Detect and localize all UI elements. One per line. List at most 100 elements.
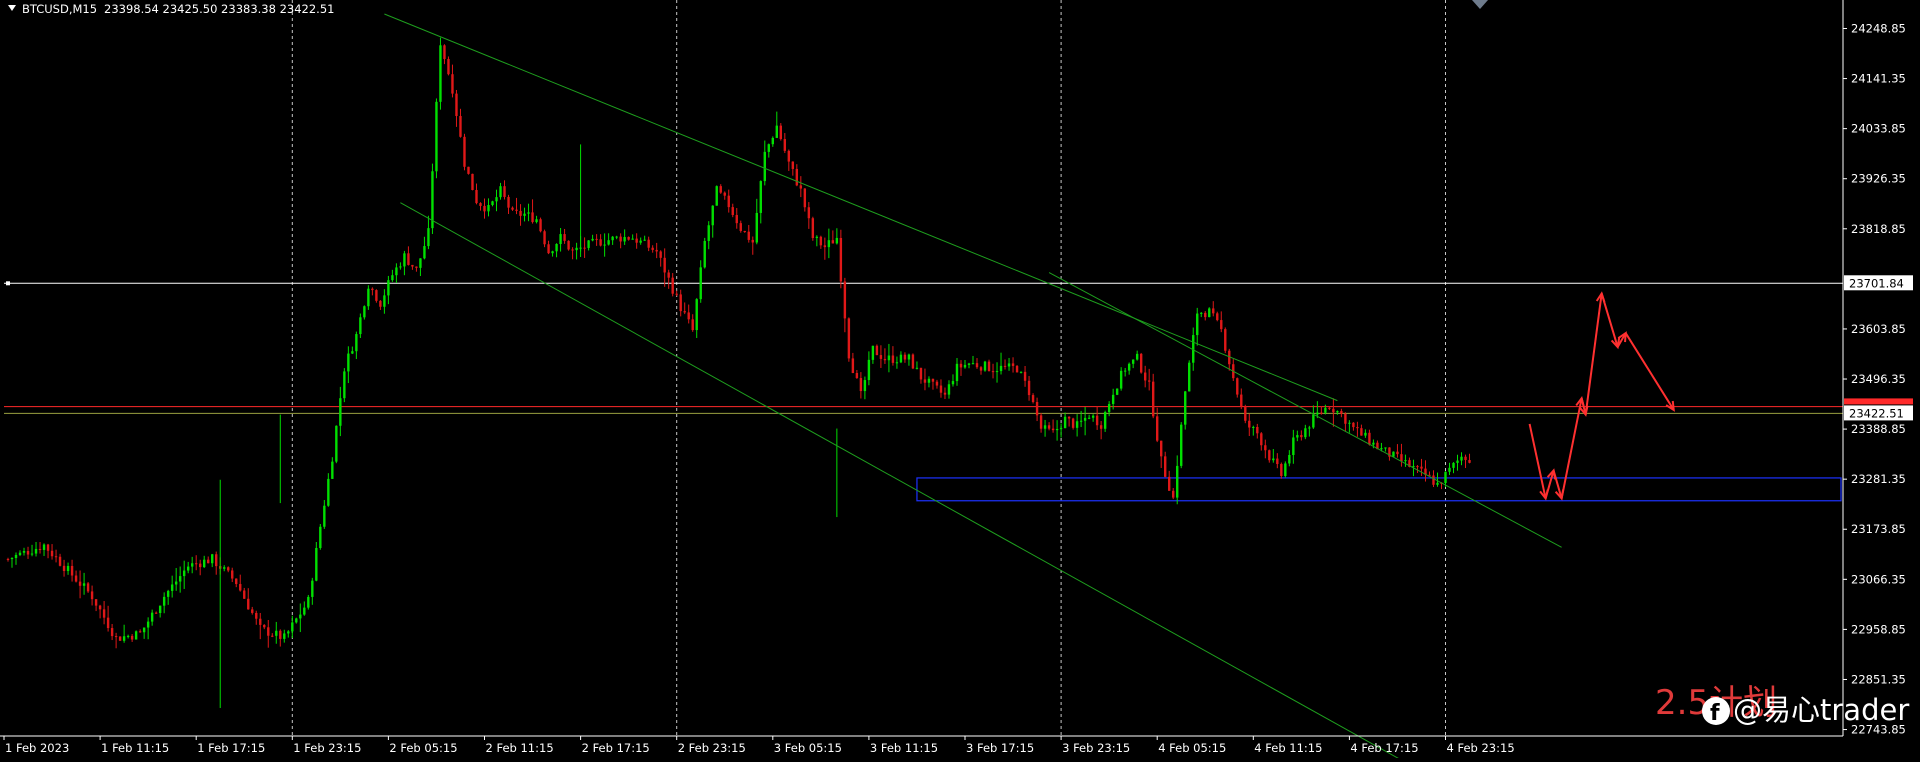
bull-candle bbox=[1336, 411, 1339, 413]
bull-candle bbox=[347, 353, 350, 372]
red-level-price-box bbox=[1844, 398, 1913, 405]
bear-candle bbox=[1031, 395, 1035, 403]
bull-candle bbox=[1296, 435, 1299, 438]
bear-candle bbox=[251, 609, 254, 613]
bear-candle bbox=[1276, 458, 1279, 465]
bull-candle bbox=[1176, 465, 1179, 498]
price-tick-label: 23926.35 bbox=[1851, 172, 1906, 186]
bull-candle bbox=[1196, 313, 1199, 336]
bear-candle bbox=[1164, 456, 1167, 477]
bull-candle bbox=[150, 612, 154, 622]
bear-candle bbox=[903, 354, 907, 360]
bear-candle bbox=[1099, 425, 1103, 429]
bull-candle bbox=[1180, 424, 1183, 466]
bear-candle bbox=[859, 378, 863, 392]
bear-candle bbox=[247, 598, 250, 610]
bear-candle bbox=[479, 203, 482, 206]
bear-candle bbox=[959, 363, 963, 368]
bear-candle bbox=[114, 636, 118, 638]
bear-candle bbox=[50, 550, 54, 557]
bear-candle bbox=[1003, 365, 1007, 367]
bull-candle bbox=[182, 570, 186, 577]
bear-candle bbox=[1320, 412, 1323, 414]
bear-candle bbox=[1204, 312, 1207, 318]
bear-candle bbox=[194, 563, 198, 565]
bear-candle bbox=[207, 559, 210, 564]
chart-header: BTCUSD,M15 23398.54 23425.50 23383.38 23… bbox=[8, 2, 334, 16]
bull-candle bbox=[319, 526, 322, 549]
price-tick-label: 23281.35 bbox=[1851, 472, 1906, 486]
bull-candle bbox=[767, 144, 770, 152]
bull-candle bbox=[639, 240, 642, 243]
bull-candle bbox=[971, 363, 975, 365]
bear-candle bbox=[547, 244, 550, 254]
bear-candle bbox=[567, 240, 570, 250]
bull-candle bbox=[495, 197, 498, 202]
bear-candle bbox=[1416, 466, 1419, 468]
bull-candle bbox=[1059, 428, 1063, 430]
bear-candle bbox=[1168, 476, 1171, 491]
bull-candle bbox=[1448, 467, 1451, 472]
bull-candle bbox=[763, 151, 766, 182]
bull-candle bbox=[1316, 412, 1319, 415]
bear-candle bbox=[102, 609, 106, 618]
bull-candle bbox=[899, 354, 903, 363]
bull-candle bbox=[1384, 447, 1387, 449]
bear-candle bbox=[271, 635, 274, 637]
bull-candle bbox=[815, 236, 819, 238]
bear-candle bbox=[1468, 460, 1471, 463]
bull-candle bbox=[367, 288, 370, 307]
bear-candle bbox=[647, 239, 650, 248]
bull-candle bbox=[435, 101, 438, 172]
price-tick-label: 23066.35 bbox=[1851, 572, 1906, 586]
bull-candle bbox=[166, 590, 170, 597]
bull-candle bbox=[122, 636, 126, 641]
bear-candle bbox=[1220, 320, 1223, 330]
bear-candle bbox=[447, 59, 450, 75]
bear-candle bbox=[515, 209, 518, 211]
bear-candle bbox=[979, 367, 983, 371]
bear-candle bbox=[1328, 407, 1331, 409]
bear-candle bbox=[74, 575, 78, 582]
bear-candle bbox=[1256, 426, 1259, 434]
bull-candle bbox=[527, 212, 530, 214]
bull-candle bbox=[291, 622, 294, 632]
bear-candle bbox=[199, 563, 202, 568]
bull-candle bbox=[162, 596, 166, 606]
bear-candle bbox=[235, 578, 238, 585]
bull-candle bbox=[907, 354, 911, 360]
bear-candle bbox=[939, 385, 943, 393]
bear-candle bbox=[1212, 308, 1215, 314]
bear-candle bbox=[743, 230, 746, 232]
time-tick-label: 3 Feb 05:15 bbox=[774, 741, 842, 755]
chart-canvas[interactable]: 24248.85 24141.35 24033.85 23926.35 23818.85… bbox=[0, 0, 1920, 762]
bull-candle bbox=[947, 384, 951, 395]
bull-candle bbox=[1456, 460, 1459, 463]
bear-candle bbox=[839, 237, 843, 282]
bear-candle bbox=[875, 345, 879, 356]
bear-candle bbox=[46, 544, 50, 551]
bear-candle bbox=[807, 207, 811, 219]
bear-candle bbox=[691, 319, 694, 331]
bear-candle bbox=[675, 293, 678, 295]
bear-candle bbox=[38, 548, 42, 550]
bear-candle bbox=[467, 166, 470, 174]
bear-candle bbox=[1039, 415, 1043, 429]
price-chart[interactable]: 24248.85 24141.35 24033.85 23926.35 23818.85… bbox=[0, 0, 1920, 762]
bear-candle bbox=[407, 253, 410, 265]
bear-candle bbox=[375, 290, 378, 301]
bear-candle bbox=[987, 361, 991, 372]
time-tick-label: 4 Feb 17:15 bbox=[1350, 741, 1418, 755]
price-tick-label: 23388.85 bbox=[1851, 422, 1906, 436]
time-tick-label: 4 Feb 23:15 bbox=[1447, 741, 1515, 755]
bear-candle bbox=[58, 556, 62, 566]
bull-candle bbox=[1091, 415, 1095, 418]
bear-candle bbox=[659, 251, 662, 258]
time-tick-label: 2 Feb 23:15 bbox=[678, 741, 746, 755]
bear-candle bbox=[1352, 422, 1355, 428]
svg-text:f: f bbox=[1710, 701, 1720, 726]
bear-candle bbox=[975, 363, 979, 368]
bull-candle bbox=[1288, 455, 1291, 464]
bear-candle bbox=[1095, 415, 1099, 426]
bear-candle bbox=[679, 294, 682, 312]
